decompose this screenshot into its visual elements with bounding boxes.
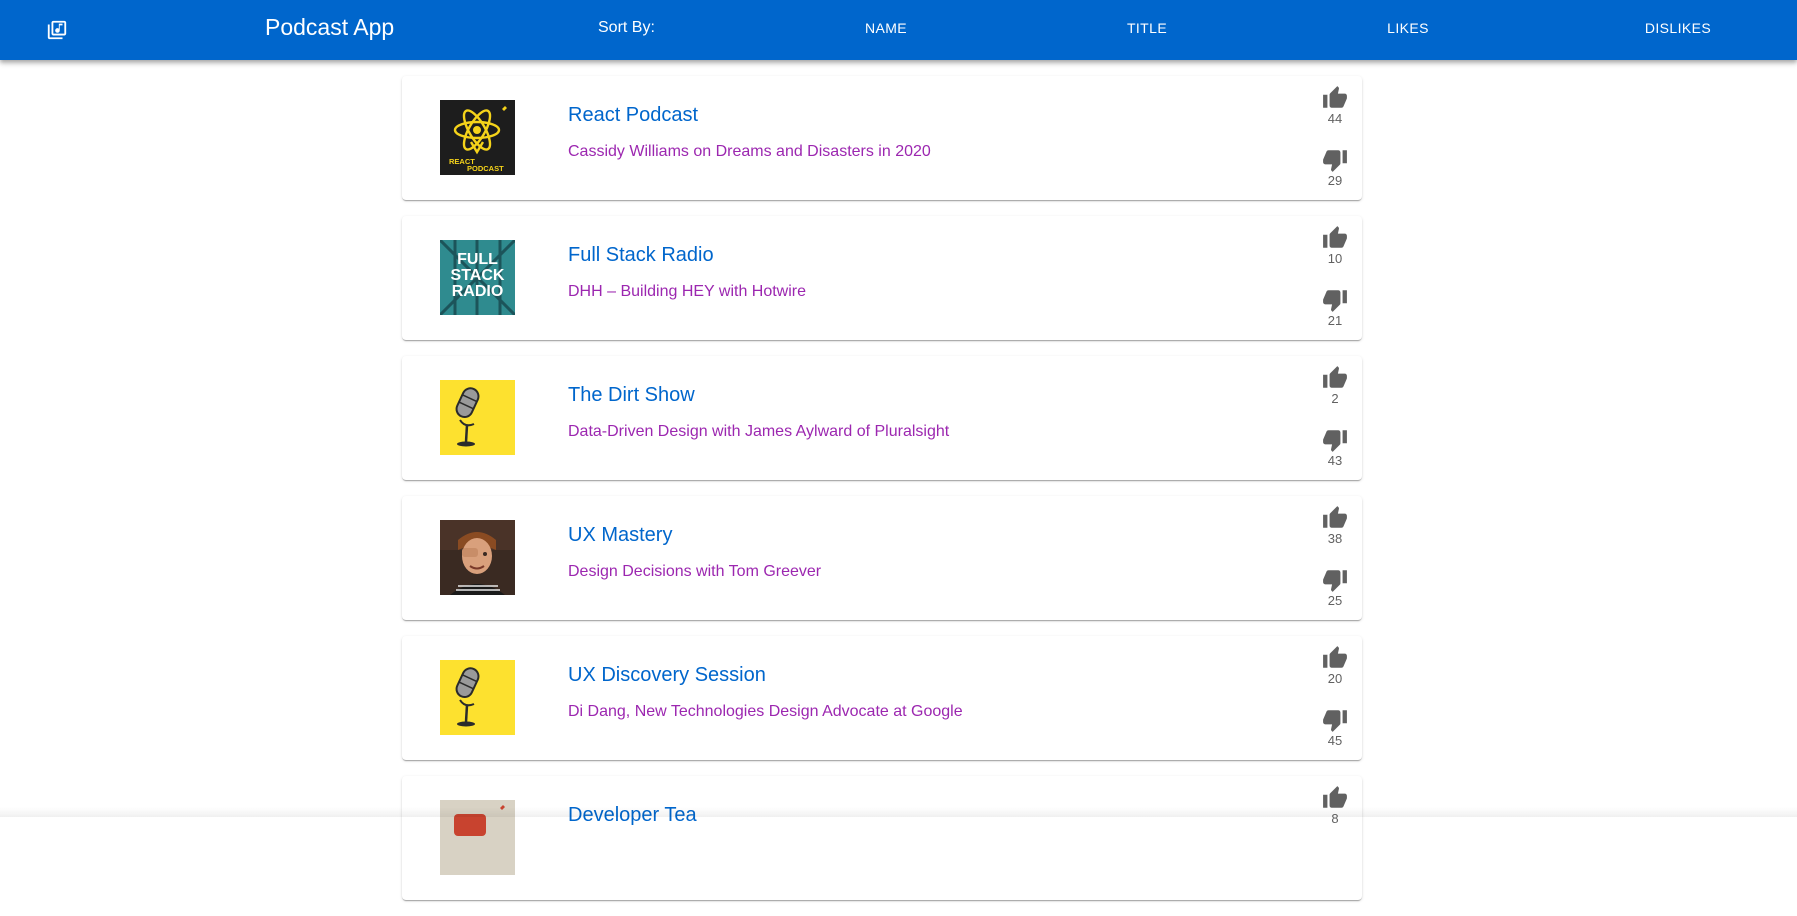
sort-dislikes-button[interactable]: DISLIKES [1645, 16, 1711, 40]
dislikes-count: 21 [1327, 313, 1343, 328]
thumb-up-icon[interactable] [1320, 785, 1350, 811]
full-stack-radio-art: FULL STACK RADIO [440, 240, 515, 315]
library-music-icon[interactable] [40, 15, 74, 45]
app-bar: Podcast App Sort By: NAME TITLE LIKES DI… [0, 0, 1797, 60]
episode-title: DHH – Building HEY with Hotwire [568, 283, 807, 300]
thumb-down-icon[interactable] [1320, 427, 1350, 453]
dislike-group: 29 [1320, 147, 1350, 189]
fsr-art-text-2: STACK [451, 267, 505, 284]
thumb-up-icon[interactable] [1320, 225, 1350, 251]
episode-title: Data-Driven Design with James Aylward of… [568, 423, 950, 440]
microphone-art [440, 380, 515, 455]
thumb-down-icon[interactable] [1320, 567, 1350, 593]
likes-count: 8 [1331, 811, 1339, 826]
sort-title-button[interactable]: TITLE [1127, 16, 1167, 40]
podcast-name[interactable]: React Podcast [568, 103, 698, 127]
likes-count: 38 [1327, 531, 1343, 546]
thumb-down-icon[interactable] [1320, 147, 1350, 173]
fsr-art-text-3: RADIO [452, 283, 504, 300]
dislike-group: 45 [1320, 707, 1350, 749]
sort-name-button[interactable]: NAME [865, 16, 907, 40]
react-podcast-art: REACT PODCAST [440, 100, 515, 175]
dislike-group: 21 [1320, 287, 1350, 329]
podcast-card[interactable]: The Dirt Show Data-Driven Design with Ja… [402, 356, 1362, 480]
thumb-down-icon[interactable] [1320, 707, 1350, 733]
like-group: 44 [1320, 85, 1350, 127]
dislike-group: 43 [1320, 427, 1350, 469]
podcast-list: REACT PODCAST React Podcast Cassidy Will… [402, 76, 1362, 916]
like-group: 8 [1320, 785, 1350, 827]
like-group: 10 [1320, 225, 1350, 267]
developer-tea-art [440, 800, 515, 875]
podcast-name[interactable]: Developer Tea [568, 803, 697, 827]
likes-count: 2 [1331, 391, 1339, 406]
fsr-art-text-1: FULL [457, 251, 498, 268]
thumb-down-icon[interactable] [1320, 287, 1350, 313]
thumb-up-icon[interactable] [1320, 85, 1350, 111]
dislikes-count: 43 [1327, 453, 1343, 468]
podcast-name[interactable]: UX Discovery Session [568, 663, 766, 687]
dislikes-count: 25 [1327, 593, 1343, 608]
episode-title: Cassidy Williams on Dreams and Disasters… [568, 143, 931, 160]
podcast-name[interactable]: Full Stack Radio [568, 243, 714, 267]
app-title: Podcast App [265, 14, 395, 40]
thumb-up-icon[interactable] [1320, 505, 1350, 531]
podcast-card[interactable]: REACT PODCAST React Podcast Cassidy Will… [402, 76, 1362, 200]
podcast-card[interactable]: Developer Tea 8 [402, 776, 1362, 900]
sort-likes-button[interactable]: LIKES [1387, 16, 1429, 40]
thumb-up-icon[interactable] [1320, 365, 1350, 391]
like-group: 2 [1320, 365, 1350, 407]
episode-title: Di Dang, New Technologies Design Advocat… [568, 703, 963, 720]
likes-count: 20 [1327, 671, 1343, 686]
microphone-art [440, 660, 515, 735]
podcast-name[interactable]: UX Mastery [568, 523, 672, 547]
like-group: 20 [1320, 645, 1350, 687]
like-group: 38 [1320, 505, 1350, 547]
react-art-text-2: PODCAST [467, 164, 504, 173]
dislikes-count: 29 [1327, 173, 1343, 188]
dislikes-count: 45 [1327, 733, 1343, 748]
podcast-card[interactable]: UX Discovery Session Di Dang, New Techno… [402, 636, 1362, 760]
dislike-group: 25 [1320, 567, 1350, 609]
portrait-art [440, 520, 515, 595]
podcast-name[interactable]: The Dirt Show [568, 383, 695, 407]
podcast-card[interactable]: UX Mastery Design Decisions with Tom Gre… [402, 496, 1362, 620]
thumb-up-icon[interactable] [1320, 645, 1350, 671]
podcast-card[interactable]: FULL STACK RADIO Full Stack Radio DHH – … [402, 216, 1362, 340]
likes-count: 10 [1327, 251, 1343, 266]
likes-count: 44 [1327, 111, 1343, 126]
episode-title: Design Decisions with Tom Greever [568, 563, 822, 580]
sort-by-label: Sort By: [598, 19, 655, 36]
